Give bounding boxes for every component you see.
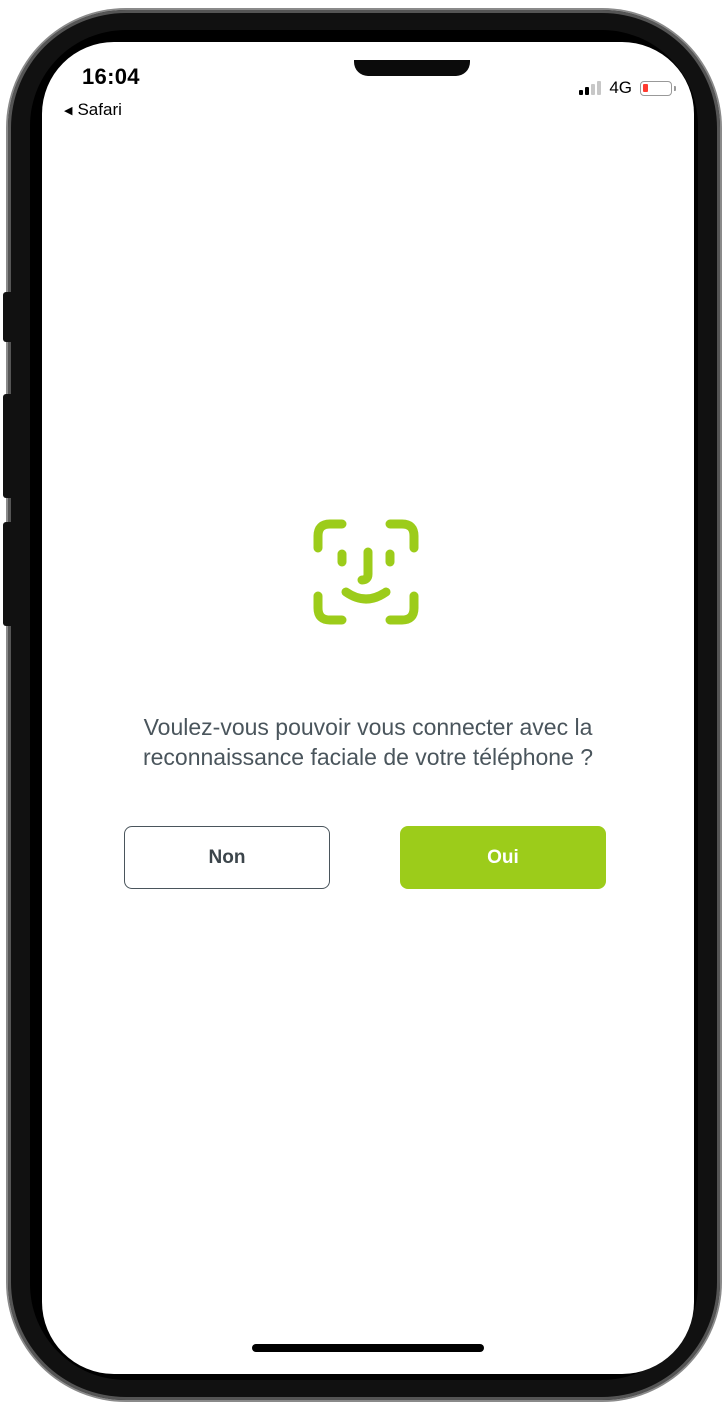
status-time: 16:04 [82, 64, 140, 89]
volume-down-button [3, 522, 11, 626]
prompt-line-2: reconnaissance faciale de votre téléphon… [142, 744, 594, 770]
screen: 16:04 ◀ Safari 4G Voulez-vous pouvoir vo… [42, 42, 694, 1374]
battery-icon [640, 80, 676, 96]
status-indicators: 4G [579, 78, 676, 98]
back-app-label: Safari [77, 100, 122, 119]
mute-switch [3, 292, 11, 342]
signal-icon [579, 81, 602, 95]
notch [354, 60, 470, 76]
home-indicator[interactable] [252, 1344, 484, 1352]
face-id-icon [313, 519, 419, 625]
prompt-line-1: Voulez-vous pouvoir vous connecter avec … [143, 714, 593, 740]
back-arrow-icon: ◀ [64, 104, 73, 117]
yes-button[interactable]: Oui [400, 826, 606, 889]
battery-level [643, 83, 648, 92]
back-to-app-link[interactable]: ◀ Safari [64, 100, 122, 120]
volume-up-button [3, 394, 11, 498]
no-button[interactable]: Non [124, 826, 330, 889]
face-id-prompt: Voulez-vous pouvoir vous connecter avec … [42, 712, 694, 772]
network-type: 4G [609, 78, 632, 97]
